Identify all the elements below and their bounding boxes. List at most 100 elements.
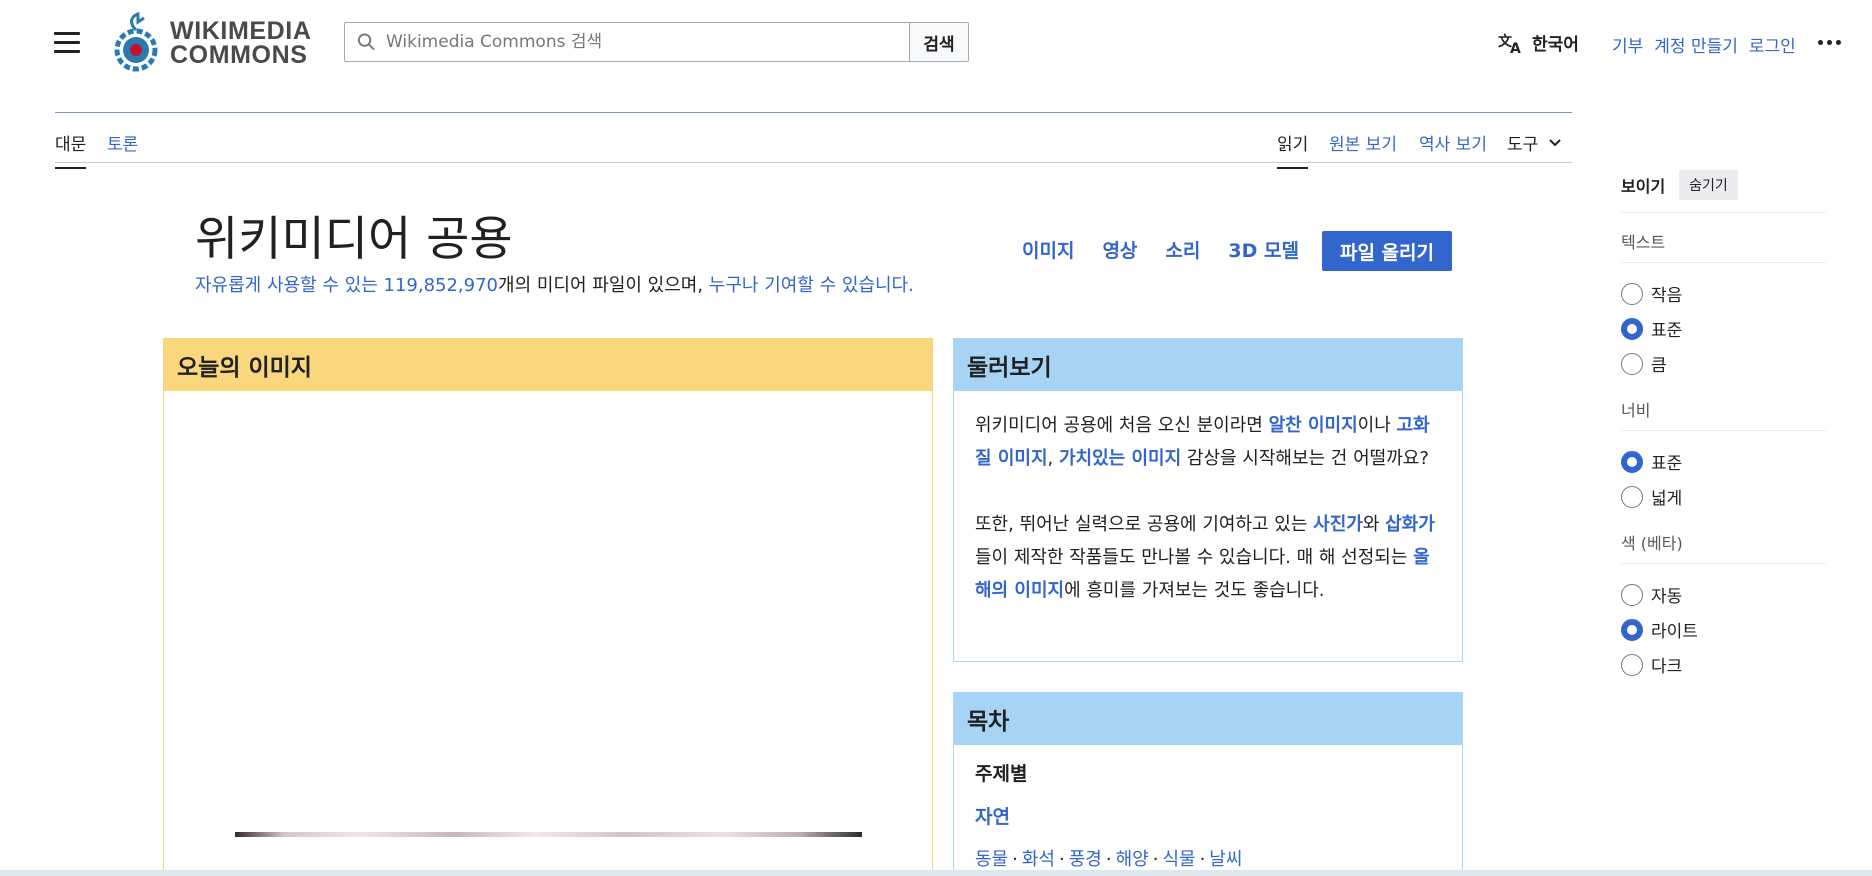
radio-icon [1621,282,1643,305]
tabs-top-border [55,112,1572,113]
search-input[interactable] [385,32,909,52]
free-use-link[interactable]: 자유롭게 사용할 수 있는 [195,275,378,296]
browse-body: 위키미디어 공용에 처음 오신 분이라면 알찬 이미지이나 고화질 이미지, 가… [954,391,1462,607]
translate-icon: 文 A [1498,33,1521,54]
search-icon [357,33,375,51]
separator: · [1105,849,1112,870]
color-auto[interactable]: 자동 [1621,577,1826,612]
color-light[interactable]: 라이트 [1621,612,1826,647]
photographers-link[interactable]: 사진가 [1313,514,1363,535]
toc-landscapes-link[interactable]: 풍경 [1069,849,1102,870]
text-size-options: 작음 표준 큼 [1621,276,1826,381]
anyone-contribute-link[interactable]: 누구나 기여할 수 있습니다 [709,275,908,296]
logo-line-1: WIKIMEDIA [170,17,312,45]
radio-icon [1621,583,1643,606]
text-size-large[interactable]: 큼 [1621,346,1826,381]
main-menu-button[interactable] [54,32,80,54]
browse-text: 감상을 시작해보는 건 어떨까요? [1181,448,1429,469]
separator: · [1199,849,1206,870]
media-type-links: 이미지 영상 소리 3D 모델 [1022,236,1299,263]
browse-text: 이나 [1357,415,1391,436]
search-form: 검색 [344,22,969,62]
radio-checked-icon [1621,317,1643,340]
appearance-panel: 보이기 숨기기 텍스트 작음 표준 큼 너비 표준 넓게 색 (베타) 자동 라… [1621,170,1826,682]
browse-text: 들이 제작한 작품들도 만나볼 수 있습니다. 매 해 선정되는 [975,547,1414,568]
width-standard[interactable]: 표준 [1621,444,1826,479]
tab-main-page[interactable]: 대문 [55,130,87,169]
browse-text: 위키미디어 공용에 처음 오신 분이라면 [975,415,1269,436]
3d-models-link[interactable]: 3D 모델 [1228,236,1299,263]
videos-link[interactable]: 영상 [1102,236,1137,263]
toc-fossils-link[interactable]: 화석 [1022,849,1055,870]
bottom-edge [0,870,1872,876]
tab-read[interactable]: 읽기 [1277,130,1309,169]
subtitle-text: 개의 미디어 파일이 있으며, [498,275,709,296]
toc-animals-link[interactable]: 동물 [975,849,1008,870]
browse-text: 와 [1362,514,1386,535]
toc-marine-link[interactable]: 해양 [1116,849,1149,870]
text-size-title: 텍스트 [1621,229,1826,263]
site-logo[interactable]: WIKIMEDIA COMMONS [112,12,312,74]
toc-plants-link[interactable]: 식물 [1162,849,1195,870]
width-title: 너비 [1621,397,1826,431]
commons-logo-icon [114,12,158,72]
user-links: 기부 계정 만들기 로그인 [1612,32,1796,57]
tab-view-source[interactable]: 원본 보기 [1329,130,1397,167]
picture-of-the-day-box: 오늘의 이미지 [163,338,933,876]
toc-nature-link[interactable]: 자연 [975,806,1010,828]
search-button[interactable]: 검색 [909,22,969,62]
radio-icon [1621,485,1643,508]
contents-heading: 목차 [954,693,1462,745]
page-subtitle: 자유롭게 사용할 수 있는 119,852,970개의 미디어 파일이 있으며,… [195,271,914,297]
tab-view-history[interactable]: 역사 보기 [1419,130,1487,167]
hide-appearance-button[interactable]: 숨기기 [1679,170,1738,200]
radio-icon [1621,352,1643,375]
potd-image[interactable] [235,832,862,837]
browse-text: 또한, 뛰어난 실력으로 공용에 기여하고 있는 [975,514,1314,535]
width-wide[interactable]: 넓게 [1621,479,1826,514]
illustrators-link[interactable]: 삽화가 [1385,514,1435,535]
text-size-standard[interactable]: 표준 [1621,311,1826,346]
browse-heading: 둘러보기 [954,339,1462,391]
option-label: 자동 [1651,587,1683,607]
featured-pictures-link[interactable]: 알찬 이미지 [1269,415,1358,436]
text-size-small[interactable]: 작음 [1621,276,1826,311]
images-link[interactable]: 이미지 [1022,236,1074,263]
tools-label: 도구 [1507,135,1539,155]
login-link[interactable]: 로그인 [1749,32,1796,57]
tab-tools[interactable]: 도구 [1507,130,1562,167]
tab-talk[interactable]: 토론 [107,130,138,167]
contents-body: 주제별 자연 동물 · 화석 · 풍경 · 해양 · 식물 · 날씨 [954,745,1462,871]
language-selector[interactable]: 文 A 한국어 [1498,30,1579,56]
option-label: 다크 [1651,657,1683,677]
separator: · [1058,849,1065,870]
browse-box: 둘러보기 위키미디어 공용에 처음 오신 분이라면 알찬 이미지이나 고화질 이… [953,338,1463,662]
browse-paragraph-2: 또한, 뛰어난 실력으로 공용에 기여하고 있는 사진가와 삽화가들이 제작한 … [975,508,1442,607]
divider [1621,212,1826,213]
separator: · [1012,849,1018,870]
upload-file-button[interactable]: 파일 올리기 [1322,231,1452,271]
separator: · [1152,849,1159,870]
donate-link[interactable]: 기부 [1612,32,1643,57]
browse-text: 에 흥미를 가져보는 것도 좋습니다. [1064,580,1325,601]
toc-weather-link[interactable]: 날씨 [1209,849,1242,870]
sounds-link[interactable]: 소리 [1165,236,1200,263]
color-title: 색 (베타) [1621,530,1826,564]
browse-paragraph-1: 위키미디어 공용에 처음 오신 분이라면 알찬 이미지이나 고화질 이미지, 가… [975,409,1442,475]
create-account-link[interactable]: 계정 만들기 [1654,32,1738,57]
svg-text:A: A [1510,41,1521,54]
toc-subtopics: 동물 · 화석 · 풍경 · 해양 · 식물 · 날씨 [975,845,1442,871]
contents-box: 목차 주제별 자연 동물 · 화석 · 풍경 · 해양 · 식물 · 날씨 [953,692,1463,876]
option-label: 라이트 [1651,622,1698,642]
option-label: 표준 [1651,321,1683,341]
file-count-link[interactable]: 119,852,970 [384,275,499,296]
chevron-down-icon [1549,138,1561,146]
width-options: 표준 넓게 [1621,444,1826,514]
option-label: 넓게 [1651,489,1683,509]
color-dark[interactable]: 다크 [1621,647,1826,682]
radio-icon [1621,653,1643,676]
more-options-icon[interactable] [1818,40,1841,45]
option-label: 큼 [1651,356,1667,376]
option-label: 표준 [1651,454,1683,474]
valued-images-link[interactable]: 가치있는 이미지 [1059,448,1181,469]
